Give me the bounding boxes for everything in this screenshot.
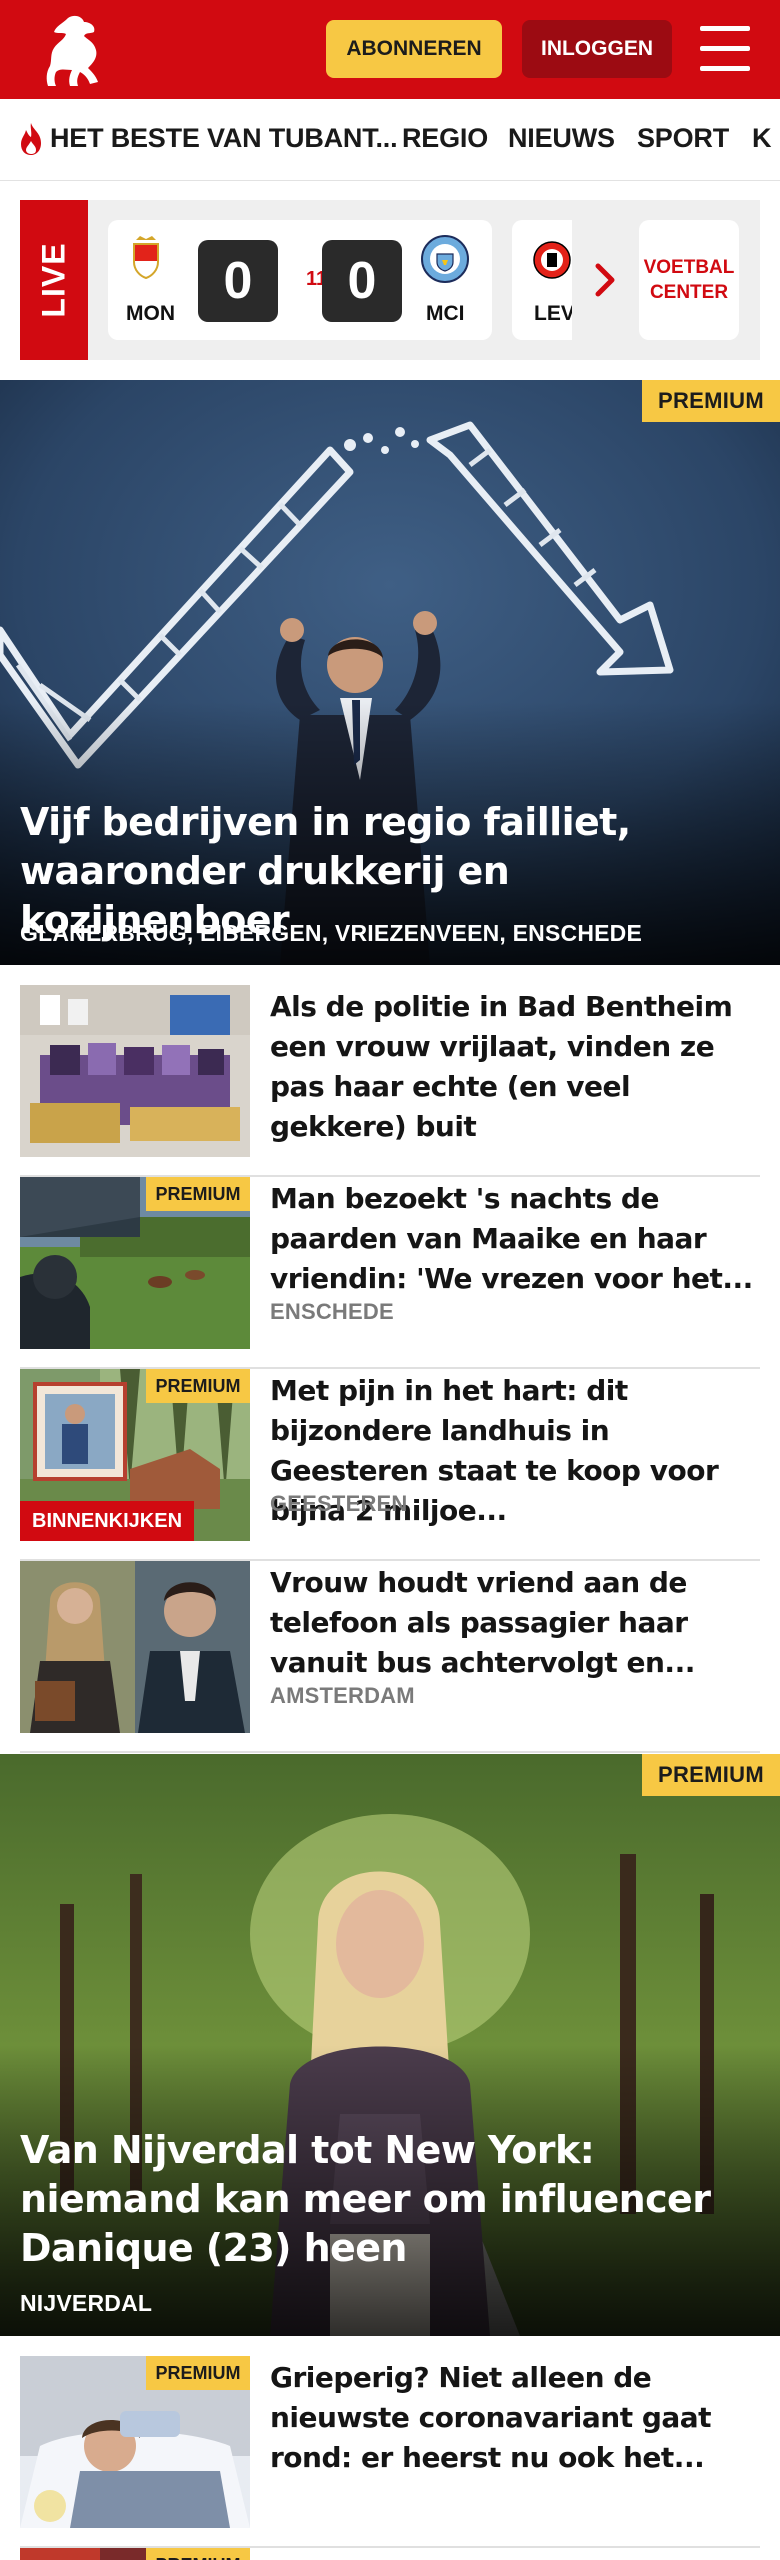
article-location: AMSTERDAM	[270, 1683, 415, 1708]
away-team-code: MCI	[426, 302, 465, 325]
article-thumbnail: PREMIUM	[20, 1177, 250, 1349]
next-team-code: LEV	[534, 302, 572, 325]
man-city-crest-icon	[421, 235, 469, 283]
list-item[interactable]: PREMIUM Grieperig? Niet alleen de nieuws…	[20, 2356, 760, 2548]
article-thumbnail: PREMIUM	[20, 2356, 250, 2528]
list-item[interactable]: Vrouw houdt vriend aan de telefoon als p…	[20, 1561, 760, 1753]
menu-icon[interactable]	[700, 26, 750, 72]
login-button[interactable]: INLOGGEN	[522, 20, 672, 78]
leverkusen-crest-icon	[533, 241, 571, 279]
article-thumbnail	[20, 985, 250, 1157]
home-score: 0	[198, 240, 278, 322]
away-score: 0	[322, 240, 402, 322]
nav-item-sport[interactable]: SPORT	[637, 123, 729, 154]
binnenkijken-badge: BINNENKIJKEN	[20, 1501, 195, 1541]
premium-badge: PREMIUM	[146, 2548, 250, 2560]
monaco-crest-icon	[133, 236, 159, 280]
flame-icon	[21, 123, 41, 155]
article-title: Als de politie in Bad Bentheim een vrouw…	[270, 990, 733, 1143]
live-scores-bar: LIVE MON 0 11' 0 MCI LEV VOETBAL CENTER	[20, 200, 760, 360]
article-title: Vrouw houdt vriend aan de telefoon als p…	[270, 1566, 695, 1679]
chevron-right-icon[interactable]	[590, 262, 620, 298]
article-thumbnail: PREMIUM BINNENKIJKEN	[20, 1369, 250, 1541]
nav-item-nieuws[interactable]: NIEUWS	[508, 123, 615, 154]
tubantia-horse-logo-icon[interactable]	[38, 12, 106, 88]
article-thumbnail	[20, 1561, 250, 1733]
nav-item-regio[interactable]: REGIO	[402, 123, 488, 154]
next-match-card[interactable]: LEV	[512, 220, 572, 340]
hero-article-bankruptcies[interactable]: PREMIUM Vijf bedrijven in regio failliet…	[0, 380, 780, 965]
list-item[interactable]: PREMIUM BINNENKIJKEN Met pijn in het har…	[20, 1369, 760, 1561]
hero-title: Van Nijverdal tot New York: niemand kan …	[20, 2128, 711, 2270]
premium-badge: PREMIUM	[146, 1177, 250, 1211]
list-item[interactable]: Als de politie in Bad Bentheim een vrouw…	[20, 985, 760, 1177]
section-nav: HET BESTE VAN TUBANT... REGIO NIEUWS SPO…	[0, 99, 780, 181]
premium-badge: PREMIUM	[146, 2356, 250, 2390]
premium-badge: PREMIUM	[146, 1369, 250, 1403]
list-item[interactable]: PREMIUM Man bezoekt 's nachts de paarden…	[20, 1177, 760, 1369]
home-team-code: MON	[126, 302, 175, 325]
premium-badge: PREMIUM	[642, 1754, 780, 1796]
article-location: ENSCHEDE	[270, 1299, 394, 1324]
site-header: ABONNEREN INLOGGEN	[0, 0, 780, 99]
article-title: Man bezoekt 's nachts de paarden van Maa…	[270, 1182, 753, 1295]
premium-badge: PREMIUM	[642, 380, 780, 422]
nav-item-het-beste[interactable]: HET BESTE VAN TUBANT...	[50, 123, 398, 154]
match-card[interactable]: MON 0 11' 0 MCI	[108, 220, 492, 340]
article-location: GEESTEREN	[270, 1491, 408, 1516]
live-label: LIVE	[20, 200, 88, 360]
subscribe-button[interactable]: ABONNEREN	[326, 20, 502, 78]
nav-item-truncated[interactable]: K	[752, 123, 772, 154]
hero-location: NIJVERDAL	[20, 2290, 153, 2316]
hero-location: GLANERBRUG, EIBERGEN, VRIEZENVEEN, ENSCH…	[20, 920, 643, 946]
voetbal-center-button[interactable]: VOETBAL CENTER	[639, 220, 739, 340]
list-item[interactable]: PREMIUM	[20, 2548, 760, 2560]
article-thumbnail: PREMIUM	[20, 2548, 250, 2560]
article-title: Grieperig? Niet alleen de nieuwste coron…	[270, 2361, 712, 2474]
hero-article-influencer[interactable]: PREMIUM Van Nijverdal tot New York: niem…	[0, 1754, 780, 2336]
